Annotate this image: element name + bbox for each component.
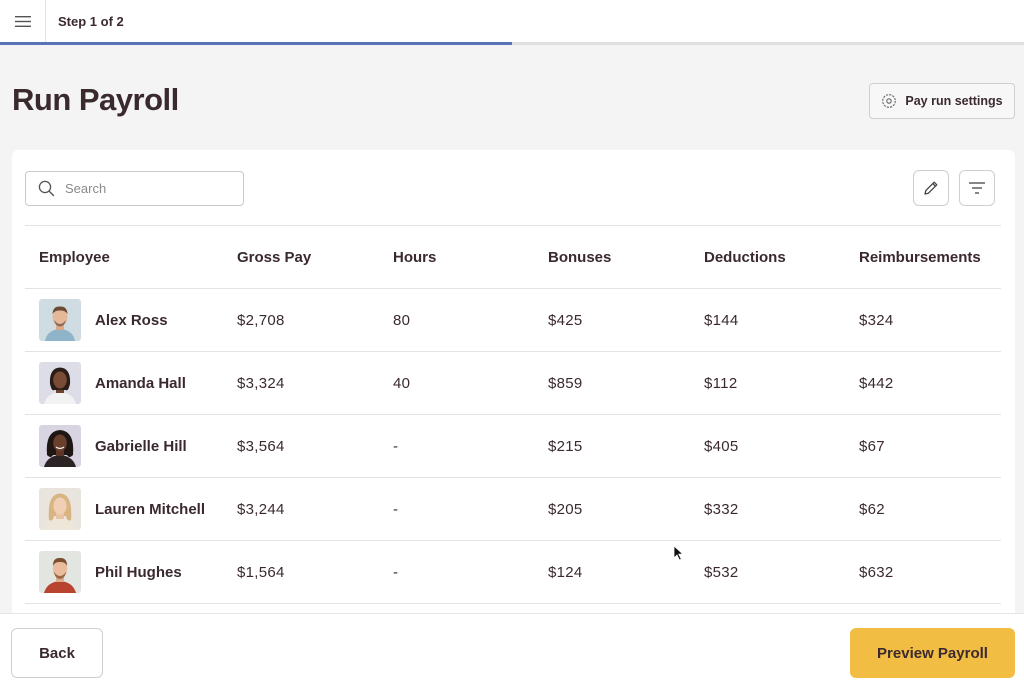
preview-payroll-button[interactable]: Preview Payroll xyxy=(850,628,1015,678)
bonuses-cell: $124 xyxy=(548,563,583,581)
column-header-deductions[interactable]: Deductions xyxy=(704,249,859,266)
bonuses-cell: $859 xyxy=(548,374,583,392)
column-header-reimbursements[interactable]: Reimbursements xyxy=(859,249,1001,266)
progress-bar xyxy=(0,42,1024,45)
reimbursements-cell: $324 xyxy=(859,311,894,329)
bonuses-cell: $205 xyxy=(548,500,583,518)
gross-pay-cell: $3,564 xyxy=(237,437,285,455)
filter-button[interactable] xyxy=(959,170,995,206)
deductions-cell: $532 xyxy=(704,563,739,581)
avatar xyxy=(39,362,81,404)
filter-icon xyxy=(969,182,985,194)
pay-run-settings-label: Pay run settings xyxy=(905,94,1003,108)
search-field[interactable] xyxy=(25,171,244,206)
reimbursements-cell: $442 xyxy=(859,374,894,392)
page-title: Run Payroll xyxy=(12,82,179,117)
avatar xyxy=(39,425,81,467)
column-header-hours[interactable]: Hours xyxy=(393,249,548,266)
pencil-icon xyxy=(924,181,938,195)
reimbursements-cell: $62 xyxy=(859,500,885,518)
gross-pay-cell: $3,324 xyxy=(237,374,285,392)
hours-cell: - xyxy=(393,563,399,581)
gear-icon xyxy=(882,94,897,108)
search-input[interactable] xyxy=(65,181,215,196)
avatar xyxy=(39,551,81,593)
mouse-cursor-icon xyxy=(673,545,685,561)
footer-bar: Back Preview Payroll xyxy=(0,613,1024,681)
payroll-table: Employee Gross Pay Hours Bonuses Deducti… xyxy=(25,225,1001,604)
deductions-cell: $112 xyxy=(704,374,738,392)
top-bar: Step 1 of 2 xyxy=(0,0,1024,43)
gross-pay-cell: $1,564 xyxy=(237,563,285,581)
employee-name: Phil Hughes xyxy=(95,563,182,581)
deductions-cell: $405 xyxy=(704,437,739,455)
table-row[interactable]: Lauren Mitchell $3,244 - $205 $332 $62 xyxy=(25,478,1001,541)
gross-pay-cell: $2,708 xyxy=(237,311,285,329)
payroll-card: Employee Gross Pay Hours Bonuses Deducti… xyxy=(12,150,1015,620)
bonuses-cell: $215 xyxy=(548,437,583,455)
hamburger-icon xyxy=(14,16,31,27)
reimbursements-cell: $632 xyxy=(859,563,894,581)
table-row[interactable]: Amanda Hall $3,324 40 $859 $112 $442 xyxy=(25,352,1001,415)
table-row[interactable]: Alex Ross $2,708 80 $425 $144 $324 xyxy=(25,289,1001,352)
progress-fill xyxy=(0,42,512,45)
column-header-bonuses[interactable]: Bonuses xyxy=(548,249,704,266)
hours-cell: - xyxy=(393,500,399,518)
back-button[interactable]: Back xyxy=(11,628,103,678)
hours-cell: - xyxy=(393,437,399,455)
employee-name: Gabrielle Hill xyxy=(95,437,187,455)
employee-name: Amanda Hall xyxy=(95,374,186,392)
deductions-cell: $144 xyxy=(704,311,739,329)
reimbursements-cell: $67 xyxy=(859,437,885,455)
table-header: Employee Gross Pay Hours Bonuses Deducti… xyxy=(25,225,1001,289)
edit-button[interactable] xyxy=(913,170,949,206)
search-icon xyxy=(38,180,55,197)
hours-cell: 80 xyxy=(393,311,411,329)
hours-cell: 40 xyxy=(393,374,411,392)
avatar xyxy=(39,488,81,530)
column-header-employee[interactable]: Employee xyxy=(25,249,237,266)
employee-name: Lauren Mitchell xyxy=(95,500,206,518)
bonuses-cell: $425 xyxy=(548,311,583,329)
deductions-cell: $332 xyxy=(704,500,739,518)
menu-button[interactable] xyxy=(0,0,46,43)
employee-name: Alex Ross xyxy=(95,311,168,329)
gross-pay-cell: $3,244 xyxy=(237,500,285,518)
pay-run-settings-button[interactable]: Pay run settings xyxy=(869,83,1015,119)
table-row[interactable]: Phil Hughes $1,564 - $124 $532 $632 xyxy=(25,541,1001,604)
step-indicator: Step 1 of 2 xyxy=(58,14,124,29)
column-header-gross-pay[interactable]: Gross Pay xyxy=(237,249,393,266)
avatar xyxy=(39,299,81,341)
table-row[interactable]: Gabrielle Hill $3,564 - $215 $405 $67 xyxy=(25,415,1001,478)
